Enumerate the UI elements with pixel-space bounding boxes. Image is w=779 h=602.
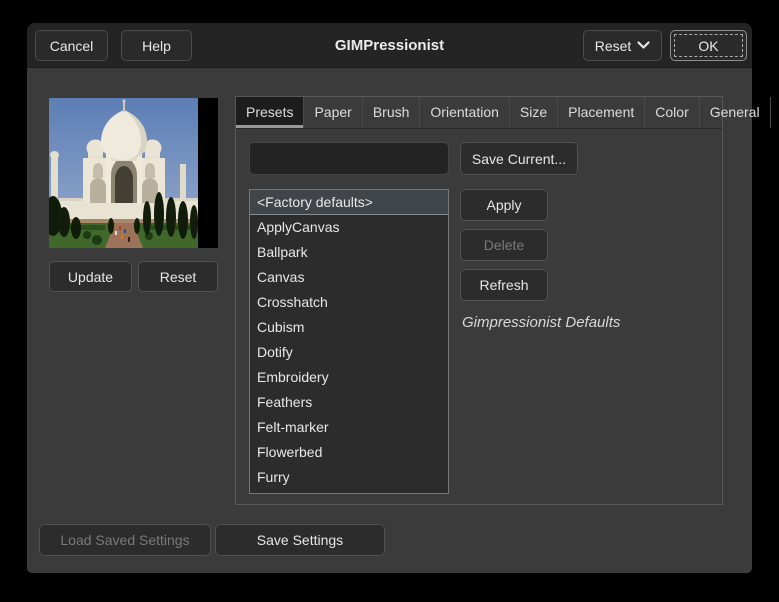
settings-notebook: Presets Paper Brush Orientation Size Pla… [235,96,771,505]
load-saved-settings-button[interactable]: Load Saved Settings [39,524,211,556]
preview-image [49,98,218,248]
tab-brush[interactable]: Brush [363,97,421,128]
list-item[interactable]: Cubism [250,315,448,340]
gimpressionist-dialog: Cancel Help GIMPressionist Reset OK Upda… [27,23,771,573]
screen: Cancel Help GIMPressionist Reset OK Upda… [0,0,779,602]
preset-name-input[interactable] [249,142,449,175]
list-item[interactable]: ApplyCanvas [250,215,448,240]
update-button[interactable]: Update [49,261,132,292]
preset-description: Gimpressionist Defaults [462,314,621,331]
delete-button[interactable]: Delete [460,229,548,261]
list-item[interactable]: Flowerbed [250,440,448,465]
list-item[interactable]: Ballpark [250,240,448,265]
ok-button[interactable]: OK [670,30,747,61]
list-item[interactable]: Crosshatch [250,290,448,315]
list-item[interactable]: Embroidery [250,365,448,390]
help-button[interactable]: Help [121,30,192,61]
list-item[interactable]: Dotify [250,340,448,365]
tab-size[interactable]: Size [510,97,559,128]
tab-general[interactable]: General [700,97,771,128]
save-current-button[interactable]: Save Current... [460,142,578,175]
list-item[interactable]: Canvas [250,265,448,290]
list-item-factory-defaults[interactable]: <Factory defaults> [250,190,448,215]
taj-mahal-illustration [49,98,198,248]
cancel-button[interactable]: Cancel [35,30,108,61]
tab-color[interactable]: Color [645,97,700,128]
tab-placement[interactable]: Placement [558,97,646,128]
preview-reset-button[interactable]: Reset [138,261,218,292]
reset-menu-button[interactable]: Reset [583,30,662,61]
preset-list[interactable]: <Factory defaults> ApplyCanvas Ballpark … [249,189,449,494]
chevron-down-icon [637,41,650,50]
tab-presets[interactable]: Presets [236,97,305,128]
list-item[interactable]: Feathers [250,390,448,415]
list-item[interactable]: Furry [250,465,448,490]
tab-orientation[interactable]: Orientation [420,97,510,128]
refresh-button[interactable]: Refresh [460,269,548,301]
tab-strip: Presets Paper Brush Orientation Size Pla… [236,97,771,129]
tab-paper[interactable]: Paper [304,97,363,128]
reset-menu-label: Reset [594,37,632,54]
save-settings-button[interactable]: Save Settings [215,524,385,556]
title-bar: Cancel Help GIMPressionist Reset OK [27,23,752,68]
list-item[interactable]: Felt-marker [250,415,448,440]
apply-button[interactable]: Apply [460,189,548,221]
